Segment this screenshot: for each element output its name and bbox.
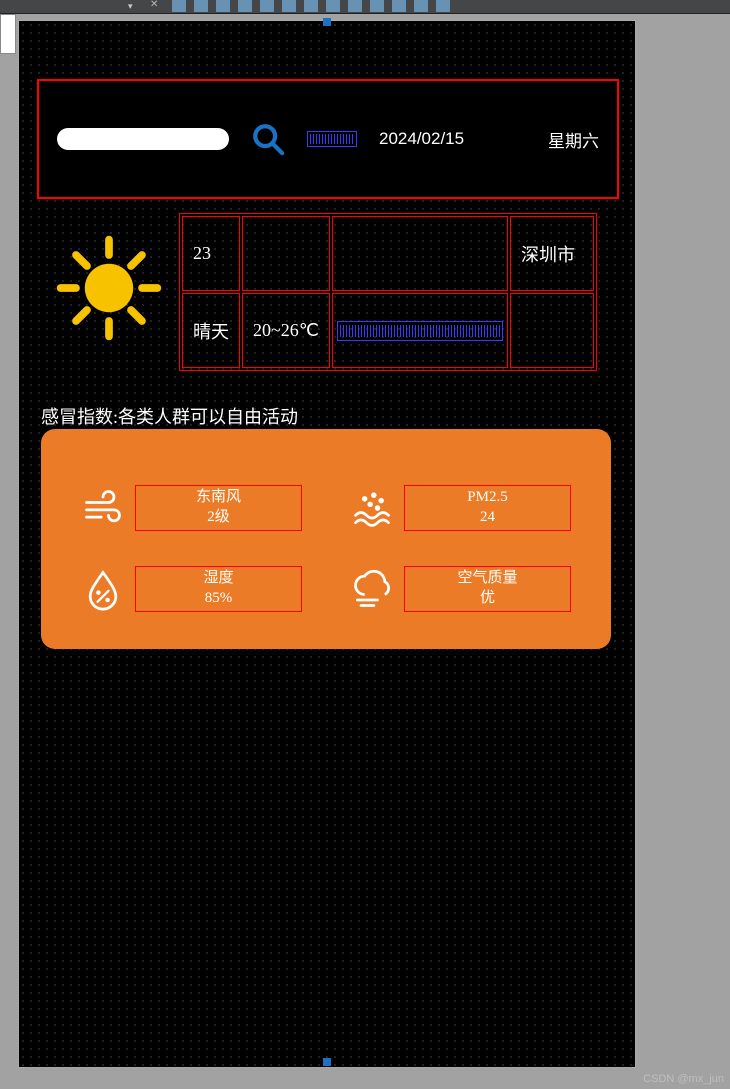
metric-label: 东南风: [196, 488, 241, 508]
empty-cell: [242, 216, 330, 291]
metrics-panel: 东南风 2级 PM2.5 24: [41, 429, 611, 649]
empty-cell: [332, 216, 508, 291]
humidity-icon: [81, 567, 125, 611]
metric-label: 空气质量: [457, 569, 517, 589]
table-row: 23 深圳市: [182, 216, 594, 291]
weather-table: 23 深圳市 晴天 20~26℃: [179, 213, 597, 371]
layout-spacer-cell[interactable]: [332, 293, 508, 368]
metric-label: PM2.5: [467, 488, 507, 508]
search-icon[interactable]: [251, 122, 285, 156]
sun-icon: [54, 233, 164, 343]
weather-icon-container: [39, 213, 179, 363]
metric-label: 湿度: [203, 569, 233, 589]
layout-spacer[interactable]: [307, 131, 357, 147]
toolbar-icon[interactable]: [436, 0, 450, 12]
toolbar-icon[interactable]: [260, 0, 274, 12]
ruler-left: [0, 14, 16, 54]
metric-box: PM2.5 24: [404, 485, 571, 531]
toolbar-icon[interactable]: [414, 0, 428, 12]
cold-index-label: 感冒指数:各类人群可以自由活动: [41, 403, 298, 429]
metric-value: 85%: [205, 589, 233, 609]
metric-value: 2级: [207, 508, 230, 528]
metric-wind: 东南风 2级: [81, 477, 302, 538]
metric-value: 优: [480, 589, 495, 609]
toolbar-icon[interactable]: [392, 0, 406, 12]
metric-box: 东南风 2级: [135, 485, 302, 531]
toolbar-icon[interactable]: [326, 0, 340, 12]
toolbar-icon[interactable]: [370, 0, 384, 12]
condition-cell: 晴天: [182, 293, 240, 368]
haze-icon: [350, 486, 394, 530]
cloud-wind-icon: [350, 567, 394, 611]
search-input[interactable]: [57, 128, 229, 150]
temp-range-cell: 20~26℃: [242, 293, 330, 368]
weather-row: 23 深圳市 晴天 20~26℃: [39, 213, 597, 371]
toolbar-dropdown-icon[interactable]: ▾: [128, 1, 133, 12]
selection-handle-top[interactable]: [323, 18, 331, 26]
toolbar-icon[interactable]: [304, 0, 318, 12]
selection-handle-bottom[interactable]: [323, 1058, 331, 1066]
designer-toolbar: ▾ ✕: [0, 0, 730, 14]
date-label: 2024/02/15: [379, 129, 464, 149]
city-cell: 深圳市: [510, 216, 594, 291]
toolbar-icon[interactable]: [172, 0, 186, 12]
metric-humidity: 湿度 85%: [81, 558, 302, 619]
toolbar-icon[interactable]: [194, 0, 208, 12]
table-row: 晴天 20~26℃: [182, 293, 594, 368]
toolbar-icon[interactable]: [238, 0, 252, 12]
metric-box: 湿度 85%: [135, 566, 302, 612]
metric-air-quality: 空气质量 优: [350, 558, 571, 619]
metric-box: 空气质量 优: [404, 566, 571, 612]
temperature-cell: 23: [182, 216, 240, 291]
toolbar-icon[interactable]: [216, 0, 230, 12]
metric-value: 24: [480, 508, 495, 528]
empty-cell: [510, 293, 594, 368]
watermark: CSDN @mx_jun: [643, 1073, 724, 1085]
metric-pm25: PM2.5 24: [350, 477, 571, 538]
toolbar-close-icon[interactable]: ✕: [150, 0, 164, 12]
toolbar-icon[interactable]: [282, 0, 296, 12]
toolbar-icon[interactable]: [348, 0, 362, 12]
wind-icon: [81, 486, 125, 530]
header-container[interactable]: 2024/02/15 星期六: [37, 79, 619, 199]
design-canvas[interactable]: 2024/02/15 星期六 23: [18, 20, 636, 1068]
weekday-label: 星期六: [548, 127, 599, 152]
